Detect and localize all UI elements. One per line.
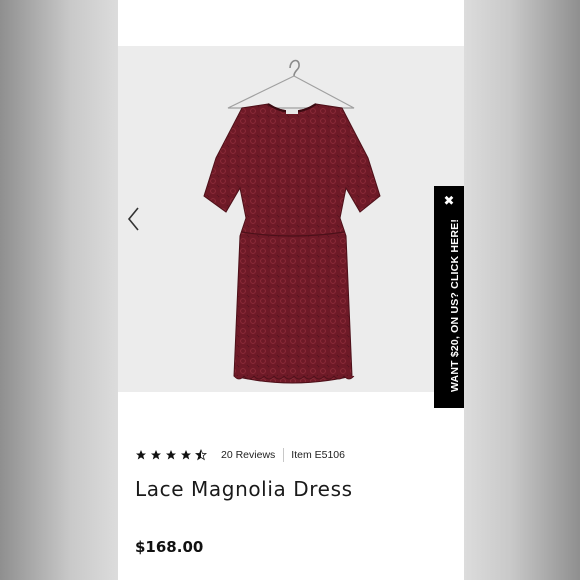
star-rating (135, 449, 210, 461)
product-title: Lace Magnolia Dress (135, 477, 353, 501)
item-number: Item E5106 (291, 449, 345, 461)
star-icon (181, 450, 191, 460)
right-backdrop (464, 0, 580, 580)
left-backdrop (0, 0, 118, 580)
close-icon[interactable]: ✖ (434, 192, 464, 212)
star-icon (151, 450, 161, 460)
hanger-bar (227, 75, 355, 109)
product-price: $168.00 (135, 538, 204, 556)
star-half-icon (195, 449, 207, 461)
hanger-hook (289, 59, 300, 77)
dress-shape (203, 103, 381, 384)
rating-row: 20 Reviews Item E5106 (135, 446, 345, 464)
promo-label[interactable]: WANT $20, ON US? CLICK HERE! (449, 219, 461, 392)
star-icon (166, 450, 176, 460)
product-image[interactable] (118, 46, 464, 392)
divider (283, 448, 285, 462)
previous-image-button[interactable] (124, 204, 144, 234)
star-icon (136, 450, 146, 460)
chevron-left-icon (127, 207, 139, 231)
promo-tab[interactable]: ✖ WANT $20, ON US? CLICK HERE! (434, 186, 464, 408)
dress-illustration (203, 59, 381, 384)
reviews-link[interactable]: 20 Reviews (221, 449, 275, 461)
